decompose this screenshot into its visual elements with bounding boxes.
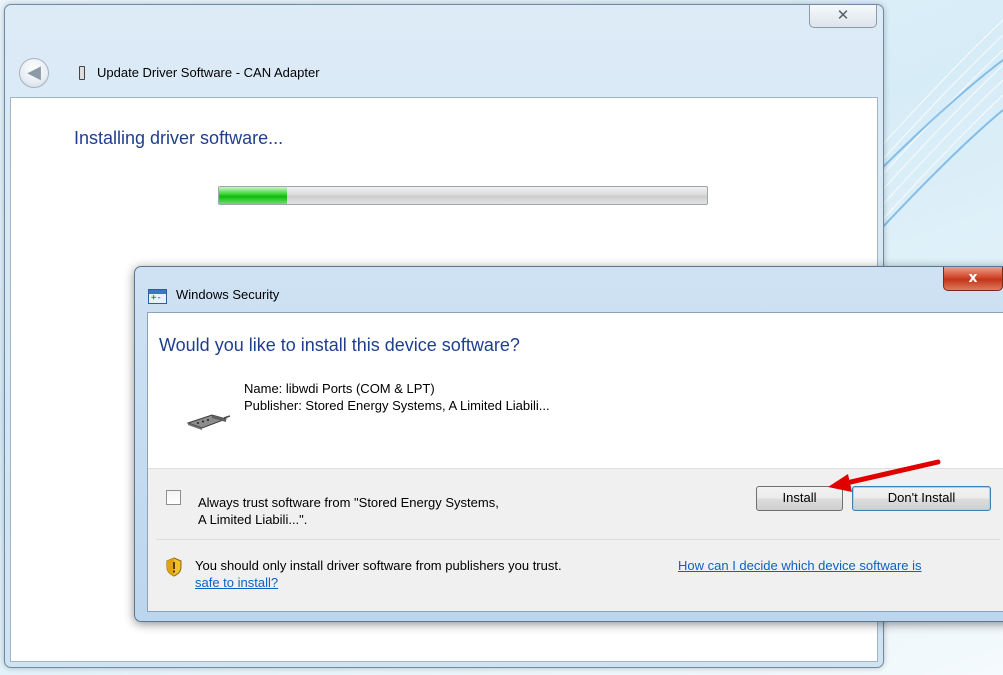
wizard-close-button[interactable]: ✕ [809, 5, 877, 28]
warning-text: You should only install driver software … [195, 558, 562, 573]
footer-divider [156, 539, 1000, 540]
red-arrow-annotation [828, 459, 941, 492]
back-button[interactable]: ◀ [19, 58, 49, 88]
close-icon: x [968, 270, 978, 286]
windows-security-icon: +- [148, 289, 167, 304]
close-icon: ✕ [836, 6, 850, 24]
windows-security-dialog: +- Windows Security x Would you like to … [134, 266, 1003, 622]
device-icon [79, 66, 85, 80]
help-link-cont[interactable]: safe to install? [195, 575, 278, 590]
serial-port-icon [186, 414, 230, 430]
driver-publisher: Publisher: Stored Energy Systems, A Limi… [244, 398, 550, 413]
installing-heading: Installing driver software... [74, 128, 284, 148]
always-trust-checkbox[interactable] [166, 490, 181, 505]
install-question: Would you like to install this device so… [159, 335, 520, 355]
dialog-title: Windows Security [176, 287, 280, 302]
install-progress-bar [218, 186, 708, 205]
shield-warning-icon [166, 557, 182, 577]
progress-fill [219, 187, 288, 204]
dialog-close-button[interactable]: x [943, 267, 1003, 291]
always-trust-label-cont[interactable]: A Limited Liabili...". [198, 512, 307, 527]
back-arrow-icon: ◀ [27, 62, 41, 83]
driver-name: Name: libwdi Ports (COM & LPT) [244, 381, 435, 396]
window-title: Update Driver Software - CAN Adapter [97, 65, 320, 80]
always-trust-label[interactable]: Always trust software from "Stored Energ… [198, 495, 499, 510]
help-link[interactable]: How can I decide which device software i… [678, 558, 922, 573]
